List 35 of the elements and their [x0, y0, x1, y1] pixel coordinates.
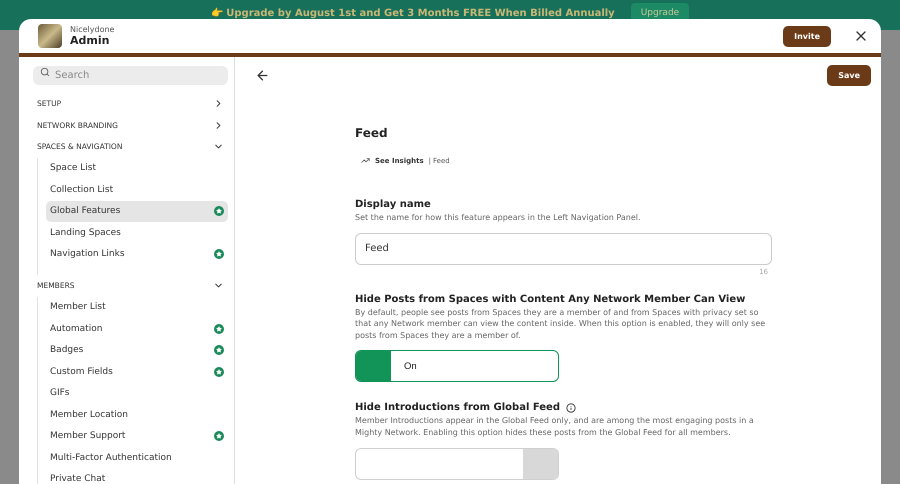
network-logo	[38, 24, 62, 48]
network-name: Nicelydone	[70, 25, 116, 34]
sidebar-item[interactable]: Automation	[46, 318, 228, 340]
sidebar-item[interactable]: Member Support	[46, 426, 228, 447]
field-description: Set the name for how this feature appears in the Left Navigation Panel.	[355, 212, 642, 224]
page-title: Feed	[355, 126, 389, 140]
modal-title: Admin	[70, 34, 110, 47]
toggle-switch[interactable]	[355, 448, 559, 480]
sidebar-item[interactable]: Custom Fields	[46, 361, 228, 382]
sidebar-item[interactable]: Landing Spaces	[46, 222, 228, 244]
setting-description: By default, people see posts from Spaces they are a member of and from Spaces with privacy set so that any Network member can view the content inside. When this option is enabled, they will only see posts from Spaces they are a member of.	[355, 306, 766, 342]
sidebar-item[interactable]: Member List	[46, 296, 228, 318]
sidebar-item[interactable]: Navigation Links	[46, 244, 228, 265]
sidebar-item[interactable]: Collection List	[46, 179, 228, 200]
setting-description: Member Introductions appear in the Global Feed only, and are among the most engaging posts in a Mighty Network. Enabling this option hides these posts from the Global Feed for all members.	[355, 415, 755, 439]
sidebar-item[interactable]: Private Chat	[46, 468, 228, 484]
search-field[interactable]: Search	[33, 66, 228, 85]
sidebar-item[interactable]: GIFs	[46, 382, 228, 404]
info-icon[interactable]	[566, 402, 576, 413]
sidebar-item[interactable]: Badges	[46, 340, 228, 361]
back-arrow-icon[interactable]	[255, 68, 270, 83]
search-icon	[40, 67, 50, 77]
setting-label: Hide Introductions from Global Feed	[355, 402, 560, 414]
sidebar-item[interactable]: Global Features	[46, 200, 228, 222]
trend-icon	[361, 156, 370, 165]
display-name-input[interactable]: Feed	[355, 232, 772, 265]
sidebar-item[interactable]: Multi-Factor Authentication	[46, 447, 228, 468]
invite-button[interactable]: Invite	[783, 26, 831, 46]
toggle-switch[interactable]: On	[355, 350, 559, 382]
field-label: Display name	[355, 199, 432, 210]
sidebar-item[interactable]: Member Location	[46, 404, 228, 426]
promo-text: 👉 Upgrade by August 1st and Get 3 Months FREE When Billed Annually	[210, 7, 615, 19]
sidebar-item[interactable]: Space List	[46, 158, 228, 179]
setting-label: Hide Posts from Spaces with Content Any Network Member Can View	[355, 294, 746, 305]
save-button[interactable]: Save	[827, 65, 871, 86]
